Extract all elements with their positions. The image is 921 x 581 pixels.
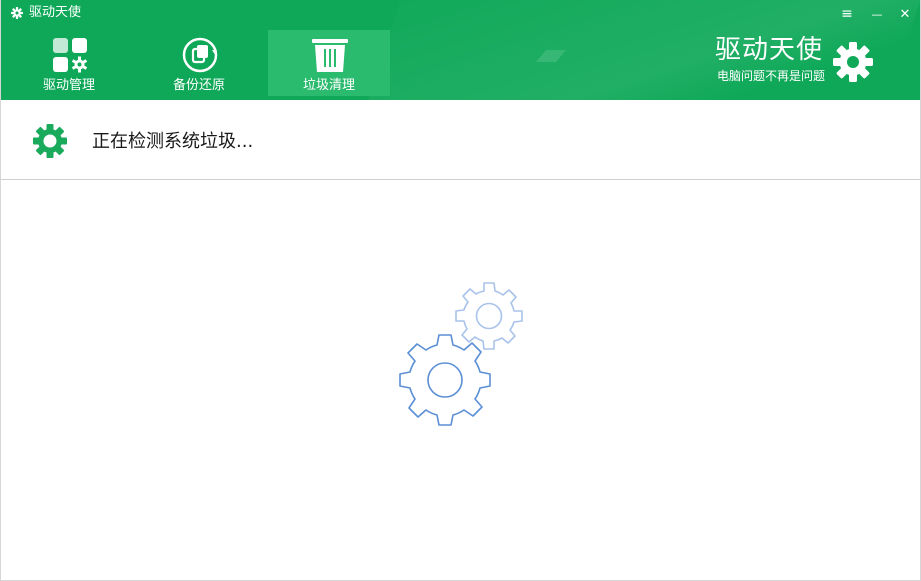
brand-title: 驱动天使 (715, 35, 824, 65)
tab-label: 垃圾清理 (302, 78, 355, 93)
header: 驱动天使 ≡ — ✕ 驱动管理 备份还原 垃圾清理 驱动天使 电脑问题不再是问题 (1, 0, 920, 100)
title-bar[interactable]: 驱动天使 ≡ — ✕ (1, 0, 920, 28)
menu-button[interactable]: ≡ (836, 4, 858, 24)
minimize-icon: — (871, 8, 883, 21)
backup-restore-icon (182, 37, 218, 73)
brand-subtitle: 电脑问题不再是问题 (717, 69, 826, 83)
close-icon: ✕ (899, 7, 911, 22)
minimize-button[interactable]: — (866, 4, 888, 24)
tab-label: 备份还原 (172, 78, 225, 93)
app-gear-icon (11, 7, 23, 19)
close-button[interactable]: ✕ (894, 4, 916, 24)
window-title: 驱动天使 (29, 5, 82, 20)
status-message: 正在检测系统垃圾... (92, 131, 254, 152)
tab-label: 驱动管理 (42, 78, 95, 93)
tab-junk-clean[interactable]: 垃圾清理 (268, 30, 390, 96)
app-window: 驱动天使 ≡ — ✕ 驱动管理 备份还原 垃圾清理 驱动天使 电脑问题不再是问题… (0, 0, 921, 581)
menu-icon: ≡ (841, 6, 853, 22)
gears-loading-icon (399, 282, 523, 426)
brand-gear-icon (833, 42, 873, 82)
status-bar: 正在检测系统垃圾... (1, 100, 920, 180)
main-content (1, 180, 920, 580)
tab-backup-restore[interactable]: 备份还原 (138, 30, 260, 96)
driver-management-icon (53, 38, 88, 73)
trash-icon (312, 39, 348, 72)
tab-driver-management[interactable]: 驱动管理 (8, 30, 130, 96)
status-gear-icon (33, 124, 67, 158)
